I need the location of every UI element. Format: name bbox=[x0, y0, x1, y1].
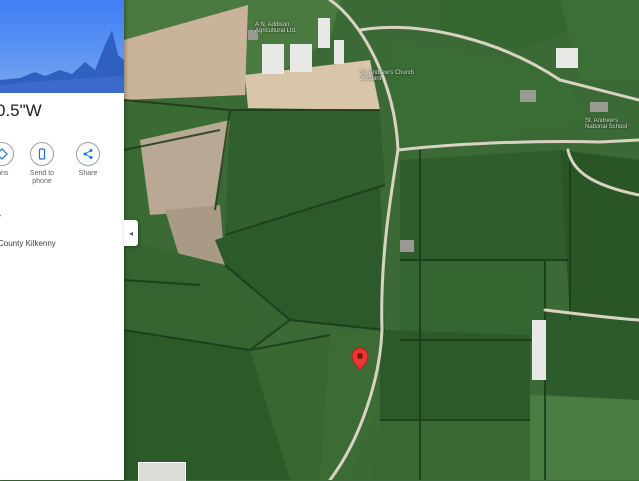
chevron-left-icon: ◂ bbox=[128, 228, 133, 238]
directions-label: ions bbox=[0, 170, 9, 177]
location-marker-icon: ▾ bbox=[0, 212, 1, 223]
place-info-panel: 0.5"W ions Send to phone Share ▾ County bbox=[0, 0, 124, 480]
layer-toggle-thumbnail[interactable] bbox=[138, 462, 186, 481]
place-photo[interactable] bbox=[0, 0, 124, 93]
share-label: Share bbox=[78, 170, 98, 177]
coordinates-title: 0.5"W bbox=[0, 101, 42, 120]
map-label-church[interactable]: St. Andrew's Church Jerpoint bbox=[360, 70, 414, 82]
map-label-agricultural[interactable]: A N. Addison Agricultural Ltd. bbox=[255, 22, 297, 34]
directions-button[interactable]: ions bbox=[0, 142, 22, 178]
share-button[interactable]: Share bbox=[68, 142, 108, 178]
send-to-phone-label: Send to phone bbox=[29, 170, 55, 185]
phone-icon bbox=[30, 142, 54, 166]
share-icon bbox=[76, 142, 100, 166]
map-label-school[interactable]: St. Andrew's National School bbox=[585, 118, 627, 130]
collapse-panel-button[interactable]: ◂ bbox=[124, 220, 138, 246]
send-to-phone-button[interactable]: Send to phone bbox=[22, 142, 62, 186]
directions-icon bbox=[0, 142, 14, 166]
address-text[interactable]: County Kilkenny bbox=[0, 239, 56, 248]
location-pin-icon[interactable] bbox=[351, 347, 369, 371]
action-row: ions Send to phone Share bbox=[0, 142, 124, 188]
